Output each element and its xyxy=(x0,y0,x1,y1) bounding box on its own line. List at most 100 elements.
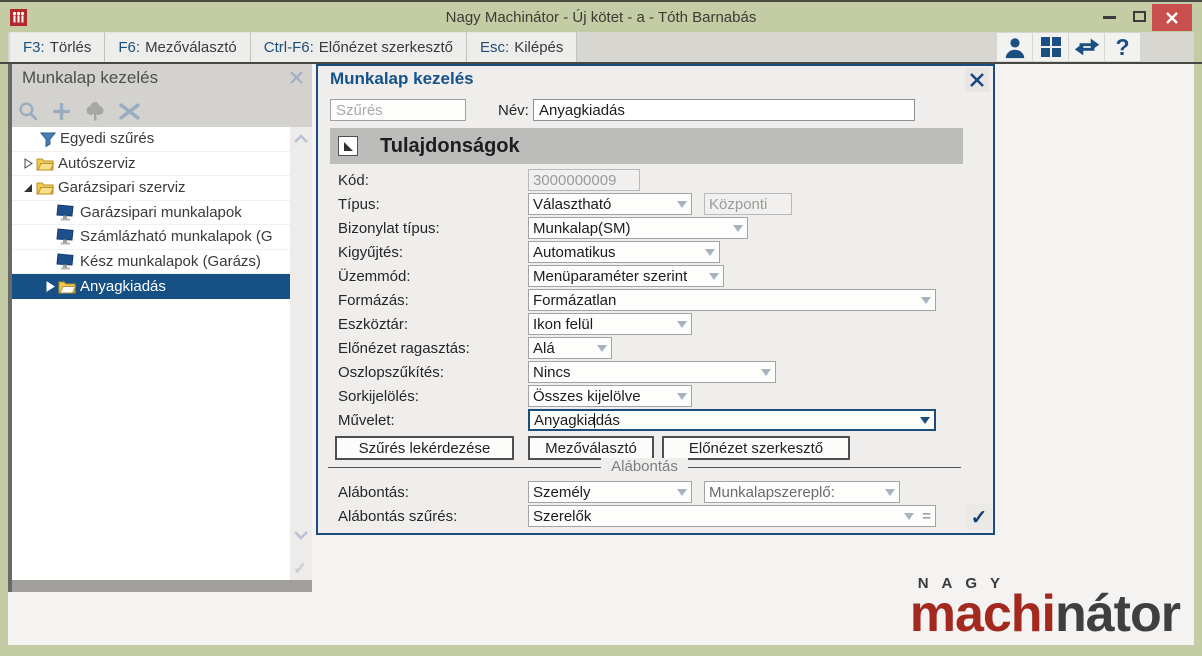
tree-item-garazsipari-munkalapok[interactable]: Garázsipari munkalapok xyxy=(12,201,290,225)
worksheet-tree: Egyedi szűrés Autószerviz Garázsipari sz… xyxy=(12,127,290,580)
tree-item-szamlazhato-munkalapok[interactable]: Számlázható munkalapok (G xyxy=(12,225,290,250)
kod-input: 3000000009 xyxy=(528,169,640,191)
kod-label: Kód: xyxy=(338,171,369,189)
chevron-down-icon xyxy=(677,392,687,400)
tree-item-label: Egyedi szűrés xyxy=(60,130,155,148)
worksheet-detail-panel: Munkalap kezelés Szűrés Név: Anyagkiadás… xyxy=(316,64,995,535)
preview-editor-button[interactable]: Előnézet szerkesztő xyxy=(662,436,850,460)
scroll-up-icon[interactable] xyxy=(291,131,311,147)
app-window: Nagy Machinátor - Új kötet - a - Tóth Ba… xyxy=(0,0,1202,656)
filter-query-button[interactable]: Szűrés lekérdezése xyxy=(335,436,514,460)
transfer-button[interactable] xyxy=(1069,33,1104,61)
close-icon[interactable] xyxy=(1152,4,1192,31)
panel-close-icon[interactable] xyxy=(965,68,989,92)
field-row-uzemmod: Üzemmód: Menüparaméter szerint xyxy=(338,265,991,287)
formazas-dropdown[interactable]: Formázatlan xyxy=(528,289,936,311)
monitor-icon xyxy=(56,228,74,245)
window-title: Nagy Machinátor - Új kötet - a - Tóth Ba… xyxy=(445,9,757,26)
disabled-tools-icon[interactable] xyxy=(118,101,141,122)
subsection-divider: Alábontás xyxy=(328,458,961,476)
sidebar-bottom-bar[interactable] xyxy=(12,580,312,592)
munkalapszereplo-dropdown[interactable]: Munkalapszereplő: xyxy=(704,481,900,503)
tree-item-autoszerviz[interactable]: Autószerviz xyxy=(12,152,290,176)
tree-item-egyedi-szures[interactable]: Egyedi szűrés xyxy=(12,127,290,152)
f3-key-label: F3: xyxy=(23,39,45,56)
collapse-toggle-icon[interactable] xyxy=(338,136,358,156)
tipus-value: Választható xyxy=(533,195,612,213)
transfer-arrows-icon xyxy=(1074,38,1099,56)
bizonylat-label: Bizonylat típus: xyxy=(338,219,440,237)
bizonylat-value: Munkalap(SM) xyxy=(533,219,631,237)
tree-item-garazsipari-szerviz[interactable]: Garázsipari szerviz xyxy=(12,176,290,201)
titlebar: Nagy Machinátor - Új kötet - a - Tóth Ba… xyxy=(0,4,1202,32)
sidebar-close-icon[interactable] xyxy=(289,70,304,90)
kigyujtes-dropdown[interactable]: Automatikus xyxy=(528,241,720,263)
alabontas-szures-label: Alábontás szűrés: xyxy=(338,507,458,525)
text-caret xyxy=(594,413,595,428)
f3-label: Törlés xyxy=(49,39,92,56)
modules-button[interactable] xyxy=(1033,33,1068,61)
expander-collapsed-icon[interactable] xyxy=(46,280,55,292)
properties-section-header[interactable]: Tulajdonságok xyxy=(330,128,963,164)
maximize-icon[interactable] xyxy=(1133,11,1146,22)
minimize-icon[interactable] xyxy=(1103,16,1116,19)
eszkoztar-label: Eszköztár: xyxy=(338,315,409,333)
alabontas-label: Alábontás: xyxy=(338,483,409,501)
uzemmod-value: Menüparaméter szerint xyxy=(533,267,688,285)
chevron-down-icon xyxy=(677,320,687,328)
tree-item-label: Kész munkalapok (Garázs) xyxy=(80,252,261,270)
tipus-dropdown[interactable]: Választható xyxy=(528,193,692,215)
chevron-down-icon xyxy=(597,344,607,352)
muvelet-combobox-focused[interactable]: Anyagkiadás xyxy=(528,409,936,431)
add-icon[interactable] xyxy=(51,101,72,122)
formazas-value: Formázatlan xyxy=(533,291,617,309)
field-row-eszkoztar: Eszköztár: Ikon felül xyxy=(338,313,991,335)
field-row-kod: Kód: 3000000009 xyxy=(338,169,991,191)
formazas-label: Formázás: xyxy=(338,291,409,309)
tree-item-label: Számlázható munkalapok (G xyxy=(80,228,273,246)
elonezet-value: Alá xyxy=(533,339,555,357)
oszlop-dropdown[interactable]: Nincs xyxy=(528,361,776,383)
name-input[interactable]: Anyagkiadás xyxy=(533,99,915,121)
alabontas-dropdown[interactable]: Személy xyxy=(528,481,692,503)
expander-collapsed-icon[interactable] xyxy=(24,157,33,169)
panel-title: Munkalap kezelés xyxy=(330,69,474,88)
elonezet-dropdown[interactable]: Alá xyxy=(528,337,612,359)
esc-exit-button[interactable]: Esc: Kilépés xyxy=(467,32,578,62)
brand-logo: NAGY machinátor xyxy=(910,575,1181,640)
f3-delete-button[interactable]: F3: Törlés xyxy=(10,32,106,62)
logo-main-text: machinátor xyxy=(910,588,1181,640)
search-icon[interactable] xyxy=(18,101,39,122)
sidebar-title: Munkalap kezelés xyxy=(22,68,159,87)
expander-expanded-icon[interactable] xyxy=(24,182,33,193)
munkalapszereplo-value: Munkalapszereplő: xyxy=(709,483,835,501)
uzemmod-dropdown[interactable]: Menüparaméter szerint xyxy=(528,265,724,287)
chevron-down-icon xyxy=(904,512,915,520)
oszlop-value: Nincs xyxy=(533,363,571,381)
user-button[interactable] xyxy=(997,33,1032,61)
help-button[interactable]: ? xyxy=(1105,33,1140,61)
tree-item-anyagkiadas-selected[interactable]: Anyagkiadás xyxy=(12,274,290,299)
confirm-button[interactable]: ✓ xyxy=(966,504,992,530)
chevron-down-icon xyxy=(677,200,687,208)
field-row-muvelet: Művelet: Anyagkiadás xyxy=(338,409,991,431)
tree-item-kesz-munkalapok[interactable]: Kész munkalapok (Garázs) xyxy=(12,250,290,274)
f6-key-label: F6: xyxy=(118,39,141,56)
sidebar-confirm-icon[interactable]: ✓ xyxy=(293,559,307,579)
eszkoztar-value: Ikon felül xyxy=(533,315,594,333)
alabontas-szures-dropdown[interactable]: Szerelők = xyxy=(528,505,936,527)
muvelet-label: Művelet: xyxy=(338,411,395,429)
bizonylat-dropdown[interactable]: Munkalap(SM) xyxy=(528,217,748,239)
ctrlf6-preview-editor-button[interactable]: Ctrl-F6: Előnézet szerkesztő xyxy=(250,32,468,62)
uzemmod-label: Üzemmód: xyxy=(338,267,411,285)
sorkijeloles-label: Sorkijelölés: xyxy=(338,387,419,405)
filter-input[interactable]: Szűrés xyxy=(330,99,466,121)
eszkoztar-dropdown[interactable]: Ikon felül xyxy=(528,313,692,335)
tree-scrollbar[interactable]: ✓ xyxy=(290,127,312,580)
grid-icon xyxy=(1040,37,1061,57)
sorkijeloles-dropdown[interactable]: Összes kijelölve xyxy=(528,385,692,407)
field-chooser-button[interactable]: Mezőválasztó xyxy=(528,436,654,460)
scroll-down-icon[interactable] xyxy=(291,527,311,543)
tree-icon[interactable] xyxy=(84,101,106,122)
f6-fieldchooser-button[interactable]: F6: Mezőválasztó xyxy=(105,32,251,62)
